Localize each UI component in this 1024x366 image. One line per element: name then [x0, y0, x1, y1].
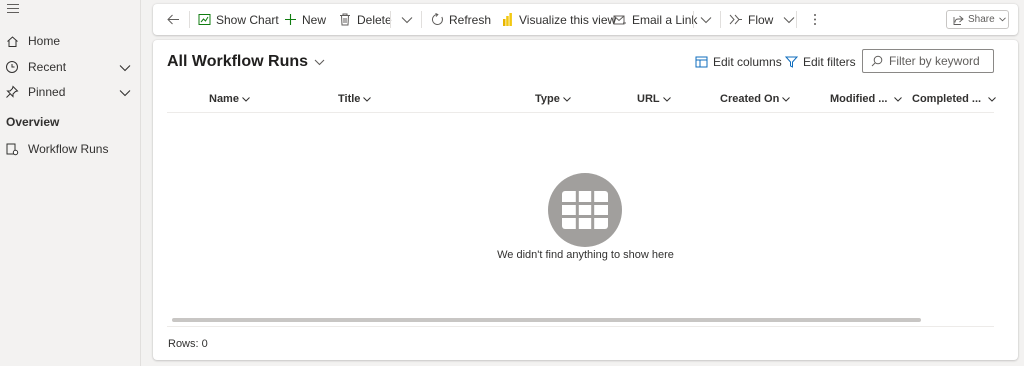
- chevron-down-icon: [662, 93, 671, 105]
- filter-icon: [785, 56, 798, 68]
- more-vertical-icon: [808, 13, 822, 27]
- column-header-label: Title: [338, 93, 361, 105]
- chevron-down-icon: [400, 13, 414, 27]
- separator: [189, 11, 190, 28]
- refresh-icon: [430, 13, 444, 27]
- edit-filters-label: Edit filters: [803, 55, 856, 69]
- chart-icon: [197, 13, 211, 27]
- sidebar-item-pinned[interactable]: Pinned: [0, 80, 141, 104]
- separator: [720, 11, 721, 28]
- column-header-label: Type: [535, 93, 560, 105]
- sidebar-item-workflow-runs[interactable]: Workflow Runs: [0, 137, 141, 161]
- hamburger-menu-icon[interactable]: [7, 4, 19, 16]
- separator: [390, 11, 391, 28]
- column-header-completed-on[interactable]: Completed ...: [912, 93, 996, 105]
- chevron-down-icon: [363, 93, 372, 105]
- sidebar-item-label: Home: [28, 34, 61, 48]
- chevron-down-icon: [998, 17, 1006, 22]
- column-header-type[interactable]: Type: [535, 93, 571, 105]
- powerbi-icon: [500, 13, 514, 27]
- pin-icon: [5, 85, 19, 99]
- new-label: New: [302, 12, 327, 27]
- filter-input[interactable]: [889, 54, 989, 68]
- view-title: All Workflow Runs: [167, 53, 309, 70]
- empty-grid-icon: [548, 173, 622, 247]
- refresh-label: Refresh: [449, 12, 492, 27]
- empty-state-message: We didn't find anything to show here: [497, 249, 674, 261]
- email-link-button[interactable]: Email a Link: [613, 4, 697, 35]
- flow-icon: [729, 13, 743, 27]
- overflow-button[interactable]: [808, 4, 827, 35]
- column-header-label: URL: [637, 93, 660, 105]
- delete-label: Delete: [357, 12, 392, 27]
- chevron-down-icon: [782, 93, 791, 105]
- share-button[interactable]: Share: [946, 10, 1009, 29]
- flow-button[interactable]: Flow: [729, 4, 801, 35]
- divider: [167, 326, 994, 327]
- horizontal-scrollbar[interactable]: [172, 318, 921, 322]
- show-chart-button[interactable]: Show Chart: [197, 4, 279, 35]
- grid-card: All Workflow Runs Edit columns Edit filt…: [153, 40, 1018, 360]
- column-header-label: Modified ...: [830, 93, 888, 105]
- more-commands-dropdown-2[interactable]: [699, 4, 718, 35]
- delete-button[interactable]: Delete: [338, 4, 392, 35]
- column-header-label: Created On: [720, 93, 780, 105]
- edit-columns-button[interactable]: Edit columns: [695, 55, 782, 69]
- sidebar-item-recent[interactable]: Recent: [0, 55, 141, 79]
- edit-filters-button[interactable]: Edit filters: [785, 55, 856, 69]
- search-icon: [871, 55, 883, 67]
- separator: [421, 11, 422, 28]
- sidebar-section-title: Overview: [6, 115, 60, 129]
- back-button[interactable]: [166, 4, 185, 35]
- chevron-down-icon: [988, 93, 996, 105]
- workflow-runs-icon: [5, 142, 19, 156]
- share-icon: [953, 15, 964, 25]
- more-commands-dropdown[interactable]: [400, 4, 419, 35]
- sidebar-item-home[interactable]: Home: [0, 29, 141, 53]
- visualize-button[interactable]: Visualize this view: [500, 4, 616, 35]
- edit-columns-icon: [695, 56, 708, 68]
- chevron-down-icon[interactable]: [119, 61, 131, 75]
- visualize-label: Visualize this view: [519, 12, 617, 27]
- chevron-down-icon: [782, 13, 796, 27]
- share-label: Share: [968, 14, 995, 25]
- chevron-down-icon[interactable]: [119, 86, 131, 100]
- plus-icon: [283, 13, 297, 27]
- grid-header-row: Name Title Type URL Created On Modified …: [167, 85, 996, 113]
- home-icon: [5, 34, 19, 48]
- filter-by-keyword-field[interactable]: [862, 49, 994, 73]
- separator: [693, 11, 694, 28]
- email-link-icon: [613, 13, 627, 27]
- column-header-label: Name: [209, 93, 239, 105]
- chevron-down-icon: [699, 13, 713, 27]
- column-header-label: Completed ...: [912, 93, 982, 105]
- show-chart-label: Show Chart: [216, 12, 279, 27]
- chevron-down-icon: [242, 93, 250, 105]
- rows-count: Rows: 0: [168, 338, 208, 350]
- sidebar-item-label: Workflow Runs: [28, 142, 109, 156]
- clock-icon: [5, 60, 19, 74]
- sidebar: Home Recent Pinned Overview Workflow Run…: [0, 0, 141, 366]
- chevron-down-icon: [314, 53, 325, 71]
- column-header-modified-on[interactable]: Modified ...: [830, 93, 903, 105]
- chevron-down-icon: [894, 93, 903, 105]
- command-bar: Show Chart New Delete Refresh Visualize …: [153, 4, 1018, 35]
- refresh-button[interactable]: Refresh: [430, 4, 491, 35]
- edit-columns-label: Edit columns: [713, 55, 782, 69]
- column-header-url[interactable]: URL: [637, 93, 671, 105]
- new-button[interactable]: New: [283, 4, 326, 35]
- trash-icon: [338, 13, 352, 27]
- chevron-down-icon: [563, 93, 571, 105]
- flow-label: Flow: [748, 12, 774, 27]
- sidebar-item-label: Pinned: [28, 85, 66, 99]
- email-link-label: Email a Link: [632, 12, 698, 27]
- column-header-created-on[interactable]: Created On: [720, 93, 791, 105]
- separator: [796, 11, 797, 28]
- column-header-name[interactable]: Name: [209, 93, 250, 105]
- column-header-title[interactable]: Title: [338, 93, 372, 105]
- view-selector[interactable]: All Workflow Runs: [167, 53, 325, 71]
- sidebar-item-label: Recent: [28, 60, 67, 74]
- back-arrow-icon: [166, 13, 180, 27]
